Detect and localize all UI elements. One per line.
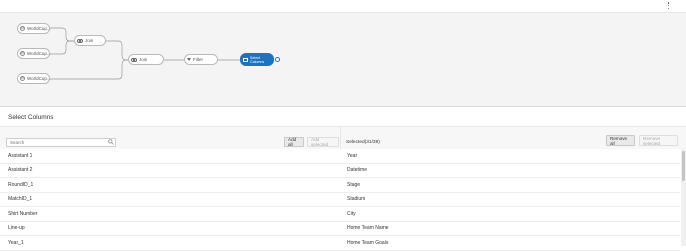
top-bar	[0, 0, 686, 13]
selected-columns-list: Year Datetime Stage Stadium City Home Te…	[340, 149, 680, 251]
source-table-icon: ⊙	[20, 75, 25, 81]
add-all-button[interactable]: Add all	[284, 137, 304, 147]
list-item[interactable]: Year_1	[0, 236, 340, 251]
scrollbar[interactable]	[681, 149, 686, 246]
join-node-2[interactable]: Join	[128, 54, 164, 65]
remove-all-button[interactable]: Remove all	[606, 135, 635, 146]
source-node-2[interactable]: ⊙ WorldCup...	[17, 48, 51, 59]
join-icon	[77, 38, 83, 43]
list-item[interactable]: Stadium	[340, 192, 680, 207]
select-columns-node-label: Select Columns	[250, 55, 265, 64]
source-node-label: WorldCup...	[26, 26, 51, 31]
source-node-label: WorldCup...	[26, 76, 51, 81]
join-node-1[interactable]: Join	[74, 35, 106, 46]
columns-icon	[243, 57, 248, 62]
source-table-icon: ⊙	[20, 25, 25, 31]
select-columns-node[interactable]: Select Columns	[240, 53, 274, 66]
source-node-label: WorldCup...	[26, 51, 51, 56]
join-node-label: Join	[139, 57, 148, 62]
add-selected-button[interactable]: Add selected	[307, 137, 339, 147]
source-table-icon: ⊙	[20, 50, 25, 56]
panel-title: Select Columns	[0, 106, 686, 127]
output-port-icon[interactable]	[275, 57, 280, 62]
list-item[interactable]: City	[340, 207, 680, 222]
filter-node-label: Filter	[193, 57, 203, 62]
selected-count-label: Selected(31/39)	[346, 140, 380, 145]
join-icon	[131, 57, 137, 62]
source-node-3[interactable]: ⊙ WorldCup...	[17, 73, 51, 84]
pipeline-canvas[interactable]: ⊙ WorldCup... ⊙ WorldCup... ⊙ WorldCup..…	[0, 13, 686, 106]
list-item[interactable]: Stage	[340, 178, 680, 193]
list-item[interactable]: Line-up	[0, 221, 340, 236]
more-options-icon[interactable]	[667, 2, 670, 10]
list-item[interactable]: Assistant 2	[0, 163, 340, 178]
list-item[interactable]: Home Team Name	[340, 221, 680, 236]
filter-node[interactable]: Filter	[184, 54, 218, 65]
list-item[interactable]: Year	[340, 149, 680, 164]
remove-selected-button[interactable]: Remove selected	[639, 135, 678, 146]
filter-icon	[187, 58, 191, 61]
pipeline-links	[50, 27, 240, 80]
list-item[interactable]: Home Team Goals	[340, 236, 680, 251]
scrollbar-thumb[interactable]	[682, 151, 685, 181]
list-item[interactable]: Datetime	[340, 163, 680, 178]
search-input[interactable]	[6, 138, 116, 147]
list-item[interactable]: RoundID_1	[0, 178, 340, 193]
source-node-1[interactable]: ⊙ WorldCup...	[17, 23, 51, 34]
list-item[interactable]: Assistant 1	[0, 149, 340, 164]
search-icon[interactable]	[108, 139, 114, 145]
available-columns-list: Assistant 1 Assistant 2 RoundID_1 MatchI…	[0, 149, 340, 251]
join-node-label: Join	[85, 38, 94, 43]
list-item[interactable]: MatchID_1	[0, 192, 340, 207]
list-item[interactable]: Shirt Number	[0, 207, 340, 222]
